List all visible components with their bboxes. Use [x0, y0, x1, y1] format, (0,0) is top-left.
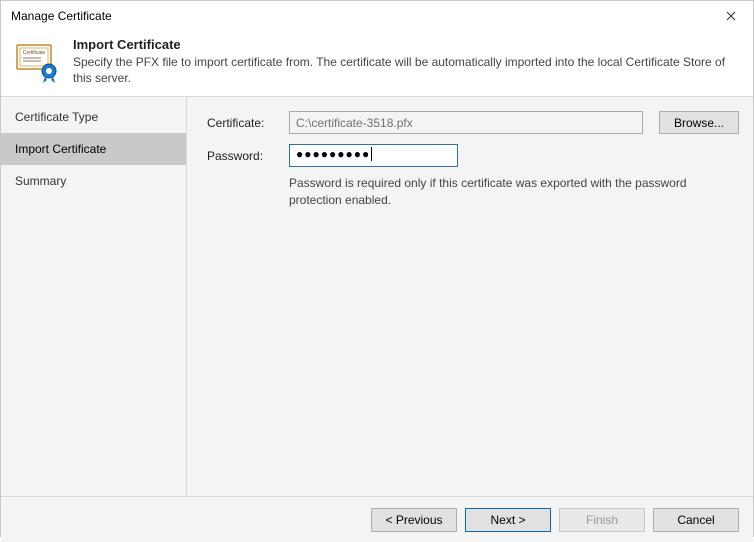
step-certificate-type[interactable]: Certificate Type: [1, 101, 186, 133]
certificate-path-input[interactable]: [289, 111, 643, 134]
header-description: Specify the PFX file to import certifica…: [73, 54, 741, 86]
window-title: Manage Certificate: [11, 9, 112, 23]
step-summary[interactable]: Summary: [1, 165, 186, 197]
previous-button[interactable]: < Previous: [371, 508, 457, 532]
form-panel: Certificate: Browse... Password: ●●●●●●●…: [187, 97, 753, 496]
password-label: Password:: [207, 149, 279, 163]
step-import-certificate[interactable]: Import Certificate: [1, 133, 186, 165]
step-label: Import Certificate: [15, 142, 106, 156]
close-icon: [726, 11, 736, 21]
password-hint: Password is required only if this certif…: [289, 175, 709, 207]
certificate-label: Certificate:: [207, 116, 279, 130]
step-label: Certificate Type: [15, 110, 98, 124]
title-bar: Manage Certificate: [1, 1, 753, 31]
wizard-header: Certificate Import Certificate Specify t…: [1, 31, 753, 96]
next-button[interactable]: Next >: [465, 508, 551, 532]
cancel-button[interactable]: Cancel: [653, 508, 739, 532]
browse-button[interactable]: Browse...: [659, 111, 739, 134]
password-row: Password: ●●●●●●●●●: [207, 144, 739, 167]
wizard-footer: < Previous Next > Finish Cancel: [1, 496, 753, 542]
step-label: Summary: [15, 174, 66, 188]
wizard-steps: Certificate Type Import Certificate Summ…: [1, 97, 187, 496]
wizard-body: Certificate Type Import Certificate Summ…: [1, 96, 753, 496]
certificate-icon: Certificate: [13, 37, 61, 85]
close-button[interactable]: [709, 1, 753, 31]
password-input[interactable]: [289, 144, 458, 167]
finish-button[interactable]: Finish: [559, 508, 645, 532]
header-title: Import Certificate: [73, 37, 741, 52]
certificate-row: Certificate: Browse...: [207, 111, 739, 134]
svg-text:Certificate: Certificate: [23, 50, 46, 56]
